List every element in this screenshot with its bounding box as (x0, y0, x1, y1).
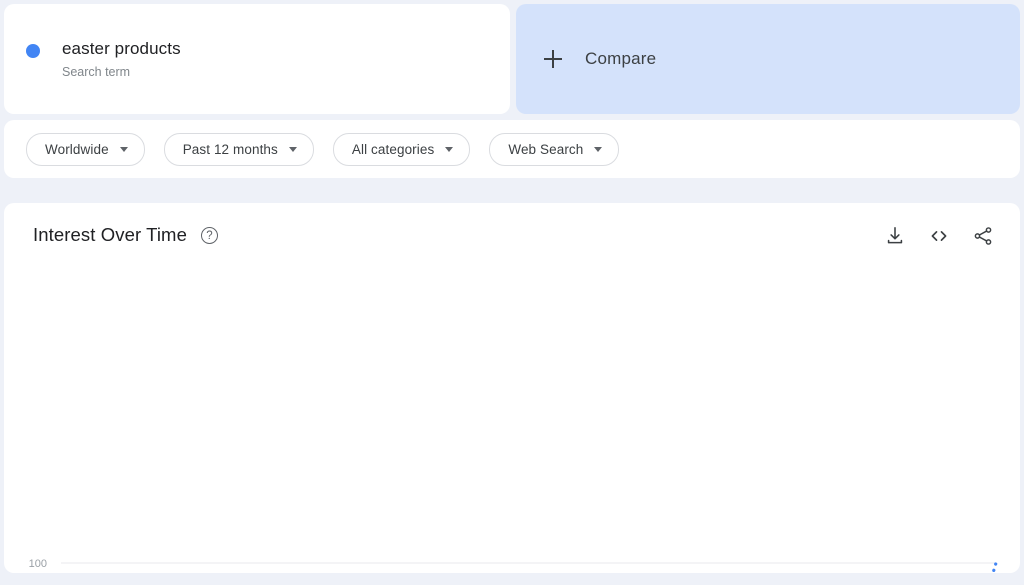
filter-category[interactable]: All categories (332, 132, 471, 166)
compare-label: Compare (585, 49, 657, 68)
filter-search-type[interactable]: Web Search (489, 132, 620, 166)
interest-over-time-card: Interest Over Time ? 255075100Apr 10, 20… (4, 203, 1020, 573)
filter-location[interactable]: Worldwide (26, 132, 145, 166)
chart-svg: 255075100Apr 10, 2022Jul 31, 2022Nov 20,… (29, 558, 998, 573)
chevron-down-icon (119, 146, 128, 152)
chevron-down-icon (594, 146, 603, 152)
filter-time-range[interactable]: Past 12 months (163, 132, 314, 166)
compare-content: Compare (544, 4, 656, 114)
series-line-partial-dotted (991, 561, 998, 573)
filter-time-range-label: Past 12 months (182, 141, 278, 157)
series-color-dot-icon (26, 44, 40, 58)
filter-category-label: All categories (351, 141, 435, 157)
search-term-card[interactable]: easter products Search term (4, 4, 510, 114)
search-term-content: easter products Search term (26, 38, 181, 81)
filter-search-type-label: Web Search (508, 141, 584, 157)
interest-over-time-chart[interactable]: 255075100Apr 10, 2022Jul 31, 2022Nov 20,… (4, 203, 1020, 573)
filter-location-label: Worldwide (45, 141, 109, 157)
search-terms-row: easter products Search term Compare (0, 0, 1024, 114)
plus-icon (544, 50, 562, 68)
search-term-label: easter products (62, 39, 181, 58)
search-term-type: Search term (62, 65, 131, 79)
y-axis-tick-label: 100 (29, 558, 47, 570)
chevron-down-icon (445, 146, 454, 152)
compare-card[interactable]: Compare (516, 4, 1020, 114)
filter-bar: Worldwide Past 12 months All categories … (4, 120, 1020, 178)
search-term-text: easter products Search term (62, 38, 181, 81)
chevron-down-icon (288, 146, 297, 152)
